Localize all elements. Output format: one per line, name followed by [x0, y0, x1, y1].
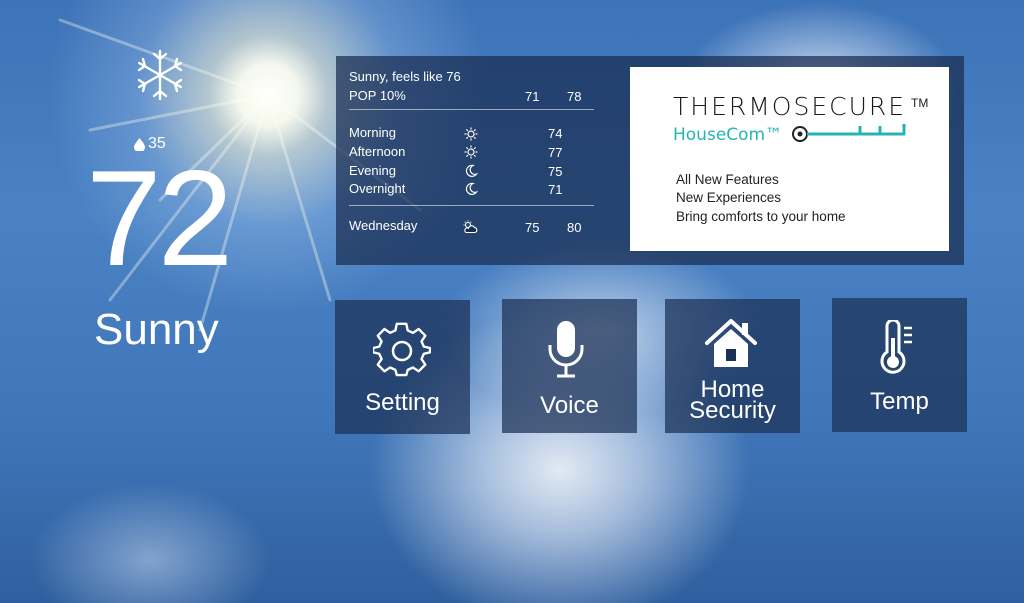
- period-label: Morning: [349, 125, 396, 140]
- moon-icon: [465, 182, 478, 195]
- home-icon: [705, 319, 757, 367]
- key-logo-icon: [792, 124, 906, 142]
- period-temp: 77: [548, 145, 563, 160]
- partly-cloudy-icon: [463, 220, 478, 234]
- divider: [349, 109, 594, 110]
- thermometer-icon: [880, 320, 912, 374]
- period-temp: 74: [548, 126, 563, 141]
- forecast-panel: Sunny, feels like 76 POP 10% 71 78 Morni…: [336, 56, 964, 265]
- sun-icon: [464, 145, 478, 159]
- pop-text: POP 10%: [349, 88, 406, 103]
- period-label: Evening: [349, 163, 396, 178]
- ad-feature-line: Bring comforts to your home: [676, 209, 846, 224]
- moon-icon: [465, 164, 478, 177]
- trademark-mark: TM: [911, 96, 929, 110]
- next-day-label: Wednesday: [349, 218, 418, 233]
- thermostat-home-screen: 35 72 Sunny Sunny, feels like 76 POP 10%…: [0, 0, 1024, 603]
- current-temperature: 72: [86, 142, 233, 294]
- home-security-button[interactable]: Home Security: [665, 299, 800, 433]
- today-low: 71: [525, 89, 540, 104]
- sub-brand-name: HouseCom™: [673, 125, 783, 145]
- temp-label: Temp: [870, 388, 929, 415]
- ad-feature-line: All New Features: [676, 172, 779, 187]
- gear-icon: [373, 322, 431, 377]
- next-day-low: 75: [525, 220, 540, 235]
- sun-icon: [464, 127, 478, 141]
- today-high: 78: [567, 89, 582, 104]
- temp-button[interactable]: Temp: [832, 298, 967, 432]
- thermosecure-ad-card[interactable]: THERMOSECURE TM HouseCom™ All New Featur…: [630, 67, 949, 251]
- period-temp: 71: [548, 182, 563, 197]
- brand-name: THERMOSECURE: [673, 92, 907, 121]
- forecast-summary: Sunny, feels like 76: [349, 69, 461, 84]
- ad-feature-line: New Experiences: [676, 190, 782, 205]
- next-day-high: 80: [567, 220, 582, 235]
- period-label: Overnight: [349, 181, 406, 196]
- setting-button[interactable]: Setting: [335, 300, 470, 434]
- voice-label: Voice: [540, 392, 599, 419]
- snowflake-icon: [137, 49, 183, 101]
- period-label: Afternoon: [349, 144, 406, 159]
- period-temp: 75: [548, 164, 563, 179]
- home-security-label-line2: Security: [689, 397, 776, 424]
- divider: [349, 205, 594, 206]
- voice-button[interactable]: Voice: [502, 299, 637, 433]
- microphone-icon: [548, 321, 584, 378]
- current-condition: Sunny: [94, 305, 219, 354]
- setting-label: Setting: [365, 389, 440, 416]
